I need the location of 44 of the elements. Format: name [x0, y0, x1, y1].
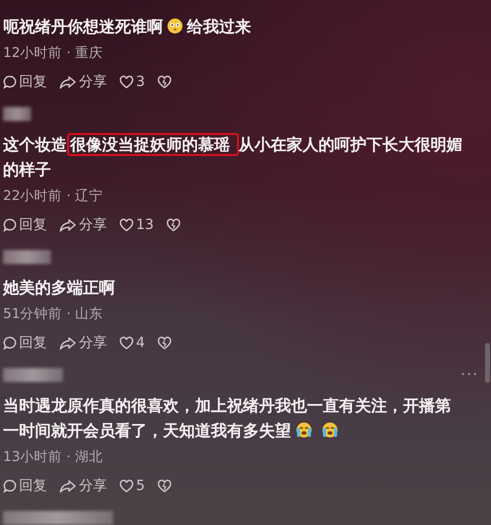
share-arrow-icon — [59, 75, 77, 89]
flushed-face-icon — [167, 18, 183, 34]
more-icon[interactable] — [461, 372, 477, 376]
share-arrow-icon — [59, 218, 77, 232]
heart-icon — [119, 336, 134, 350]
broken-heart-icon — [156, 336, 172, 350]
share-button[interactable]: 分享 — [59, 334, 107, 352]
like-button[interactable]: 13 — [119, 217, 154, 233]
broken-heart-icon — [166, 218, 181, 232]
crying-face-icon — [321, 422, 339, 438]
like-button[interactable]: 3 — [119, 74, 145, 90]
scrollbar[interactable] — [485, 343, 490, 383]
reply-button[interactable]: 回复 — [3, 216, 47, 234]
share-arrow-icon — [59, 479, 77, 493]
share-button[interactable]: 分享 — [59, 477, 107, 495]
comment-meta: 13小时前 · 湖北 — [3, 448, 104, 466]
share-arrow-icon — [59, 336, 77, 350]
heart-icon — [119, 479, 134, 493]
share-button[interactable]: 分享 — [59, 73, 107, 91]
speech-bubble-icon — [3, 75, 17, 89]
speech-bubble-icon — [3, 218, 17, 232]
comment-meta: 12小时前 · 重庆 — [3, 44, 104, 62]
heart-icon — [119, 75, 134, 89]
broken-heart-icon — [156, 75, 172, 89]
comment-text: 当时遇龙原作真的很喜欢，加上祝绪丹我也一直有关注，开播第一时间就开会员看了，天知道我有多失望 — [3, 395, 452, 442]
dislike-button[interactable] — [166, 218, 181, 232]
comment-text: 呃祝绪丹你想迷死谁啊 给我过来 — [3, 16, 252, 38]
comment-meta: 22小时前 · 辽宁 — [3, 187, 104, 205]
speech-bubble-icon — [3, 479, 17, 493]
comment-text: 她美的多端正啊 — [3, 277, 116, 299]
dislike-button[interactable] — [156, 479, 172, 493]
reply-button[interactable]: 回复 — [3, 73, 47, 91]
heart-icon — [119, 218, 134, 232]
reply-button[interactable]: 回复 — [3, 334, 47, 352]
share-button[interactable]: 分享 — [59, 216, 107, 234]
reply-button[interactable]: 回复 — [3, 477, 47, 495]
broken-heart-icon — [156, 479, 172, 493]
speech-bubble-icon — [3, 336, 17, 350]
crying-face-icon — [295, 422, 313, 438]
comment-meta: 51分钟前 · 山东 — [3, 305, 104, 323]
dislike-button[interactable] — [156, 75, 172, 89]
like-button[interactable]: 4 — [119, 335, 145, 351]
like-button[interactable]: 5 — [119, 478, 145, 494]
dislike-button[interactable] — [156, 336, 172, 350]
